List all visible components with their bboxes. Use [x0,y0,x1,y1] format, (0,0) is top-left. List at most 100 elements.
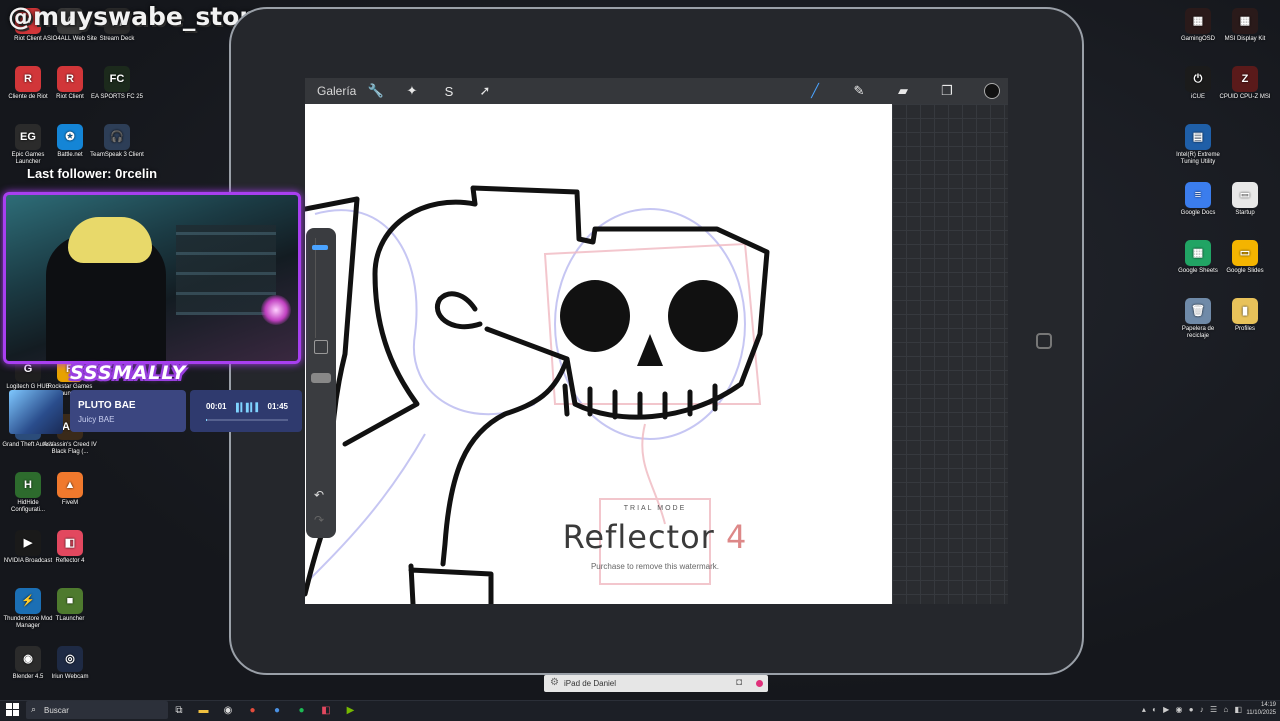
taskbar-obs-icon[interactable]: ◉ [221,703,235,717]
layers-icon[interactable]: ❐ [938,82,956,100]
selection-icon[interactable]: S [440,82,458,100]
magic-wand-icon[interactable]: ✦ [403,82,421,100]
desktop-icon-label: Assassin's Creed IV Black Flag (... [43,442,97,455]
desktop-icon-label: CPUID CPU-Z MSI [1219,94,1271,100]
taskbar-chrome-profile-icon[interactable]: ● [270,703,284,717]
song-title: PLUTO BAE [78,400,136,411]
ea-sports-fc-25-icon: FC [104,66,130,92]
profiles-icon: ▮ [1232,298,1258,324]
desktop-icon-ea-sports-fc-25[interactable]: FC EA SPORTS FC 25 [89,66,145,101]
epic-games-launcher-icon: EG [15,124,41,150]
undo-icon[interactable]: ↶ [314,488,324,502]
search-placeholder: Buscar [44,706,69,715]
google-sheets-icon: ▦ [1185,240,1211,266]
windows-start-icon[interactable] [6,703,19,716]
battle-net-icon: ✪ [57,124,83,150]
taskbar-file-explorer-icon[interactable]: ▬ [197,703,211,717]
desktop-icon-msi-display-kit[interactable]: ▦ MSI Display Kit [1217,8,1273,43]
last-follower: Last follower: 0rcelin [27,166,158,181]
desktop-icon-label: MSI Display Kit [1224,36,1266,42]
desktop-icon-google-slides[interactable]: ▭ Google Slides [1217,240,1273,275]
gamingosd-icon: ▦ [1185,8,1211,34]
taskbar-clock[interactable]: 14:19 11/10/2025 [1246,701,1276,717]
nvidia-broadcast-icon: ▶ [15,530,41,556]
opacity-handle[interactable] [311,373,331,383]
desktop-icon-teamspeak-3-client[interactable]: 🎧 TeamSpeak 3 Client [89,124,145,159]
hidhide-configurati-icon: H [15,472,41,498]
transform-arrow-icon[interactable]: ➚ [476,82,494,100]
webcam-hat [68,217,152,263]
desktop-icon-label: Stream Deck [99,36,135,42]
desktop-icon-label: Reflector 4 [55,558,85,564]
msi-display-kit-icon: ▦ [1232,8,1258,34]
google-slides-icon: ▭ [1232,240,1258,266]
desktop-icon-label: TLauncher [55,616,85,622]
search-icon: ⌕ [31,704,37,714]
canvas-grid-area [892,104,1008,604]
fivem-icon: ▲ [57,472,83,498]
purchase-note: Purchase to remove this watermark. [590,562,720,571]
desktop-icon-label: TeamSpeak 3 Client [90,152,144,158]
desktop-icon-profiles[interactable]: ▮ Profiles [1217,298,1273,333]
stream-watermark: @muyswabe_store [8,2,269,31]
brush-size-sidebar: ↶ ↷ [306,228,336,538]
desktop-icon-iriun-webcam[interactable]: ◎ Iriun Webcam [42,646,98,681]
clock-date: 11/10/2025 [1246,710,1276,716]
reflector-watermark: TRIAL MODE Reflector 4 Purchase to remov… [560,505,750,590]
desktop-icon-cpuid-cpu-z-msi[interactable]: Z CPUID CPU-Z MSI [1217,66,1273,101]
system-tray[interactable]: ▴ ◐ ▶ ◉ ● ♪ ☰ ⌂ ◧ [1142,705,1244,714]
webcam-overlay [3,192,301,364]
brush-size-slider[interactable] [315,238,328,338]
taskbar-search[interactable]: ⌕ Buscar [26,701,168,719]
desktop-icon-label: FiveM [61,500,79,506]
taskbar-task-view-icon[interactable]: ⧉ [172,703,186,717]
desktop-icon-fivem[interactable]: ▲ FiveM [42,472,98,507]
riot-client-icon: R [57,66,83,92]
reflector-4-icon: ◧ [57,530,83,556]
google-docs-icon: ≡ [1185,182,1211,208]
desktop-icon-label: Iriun Webcam [51,674,89,680]
desktop-icon-label: Google Slides [1226,268,1264,274]
desktop-icon-intel-r-extreme-tuning-utility[interactable]: ▤ Intel(R) Extreme Tuning Utility [1170,124,1226,166]
tlauncher-icon: ■ [57,588,83,614]
blender-4-5-icon: ◉ [15,646,41,672]
reflector-title: Reflector 4 [560,518,750,556]
reflector-version: 4 [726,518,748,556]
desktop-icon-label: Profiles [1234,326,1255,332]
desktop-icon-tlauncher[interactable]: ■ TLauncher [42,588,98,623]
taskbar [0,700,1280,721]
cliente-de-riot-icon: R [15,66,41,92]
clock-time: 14:19 [1260,702,1276,708]
taskbar-nvidia-icon[interactable]: ▶ [344,703,358,717]
taskbar-spotify-icon[interactable]: ● [295,703,309,717]
device-name: iPad de Daniel [564,679,617,688]
thunderstore-mod-manager-icon: ⚡ [15,588,41,614]
equalizer-icon: ▌▎▌▎▍ [236,403,262,412]
cpuid-cpu-z-msi-icon: Z [1232,66,1258,92]
duration-time: 01:45 [267,402,288,411]
brush-size-handle[interactable] [312,245,328,250]
eraser-icon[interactable]: ▰ [894,82,912,100]
gallery-button[interactable]: Galería [317,84,356,98]
home-button-icon[interactable] [1036,333,1052,349]
elapsed-time: 00:01 [206,402,227,411]
playback-progress [206,419,288,421]
redo-icon[interactable]: ↷ [314,513,324,527]
taskbar-reflector-icon[interactable]: ◧ [319,703,333,717]
webcam-background [176,225,276,315]
brush-icon[interactable]: ╱ [806,82,824,100]
color-picker-icon[interactable] [983,82,1001,100]
record-icon[interactable] [756,680,763,687]
desktop-icon-reflector-4[interactable]: ◧ Reflector 4 [42,530,98,565]
smudge-icon[interactable]: ✎ [850,82,868,100]
papelera-de-reciclaje-icon: 🗑 [1185,298,1211,324]
desktop-icon-label: Intel(R) Extreme Tuning Utility [1176,152,1220,165]
modify-button[interactable] [314,340,328,354]
device-bar: ⚙ iPad de Daniel ◘ [544,675,768,692]
gear-icon[interactable]: ⚙ [550,677,559,688]
camera-icon[interactable]: ◘ [736,677,742,688]
taskbar-chrome-icon[interactable]: ● [246,703,260,717]
wrench-icon[interactable]: 🔧 [367,82,385,100]
now-playing: PLUTO BAE Juicy BAE [70,390,186,432]
desktop-icon-startup[interactable]: ▭ Startup [1217,182,1273,217]
